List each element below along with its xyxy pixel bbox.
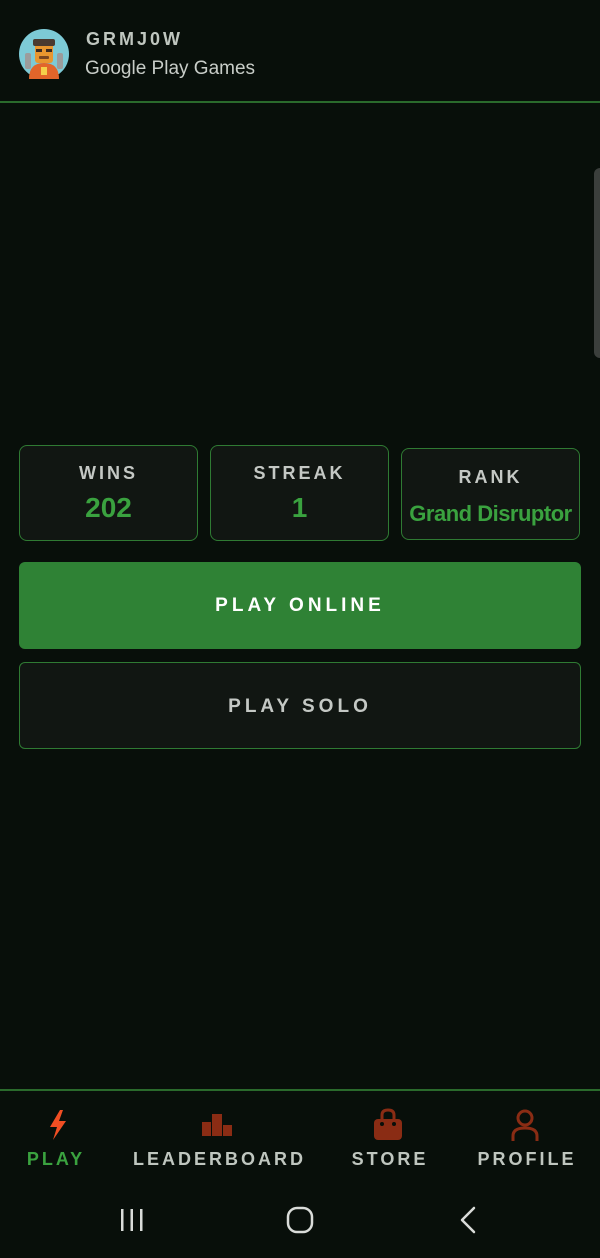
play-solo-button[interactable]: PLAY SOLO: [19, 662, 581, 749]
streak-value: 1: [291, 492, 308, 523]
wins-card: WINS 202: [19, 445, 198, 541]
podium-icon: [201, 1108, 233, 1142]
person-icon: [509, 1108, 541, 1142]
home-icon[interactable]: [283, 1203, 317, 1237]
lightning-bolt-icon: [42, 1108, 74, 1142]
shopping-bag-icon: [372, 1108, 404, 1142]
bottom-nav: PLAY LEADERBOARD STORE PROFILE: [0, 1089, 600, 1183]
back-icon[interactable]: [452, 1203, 486, 1237]
nav-label-play: PLAY: [26, 1149, 86, 1169]
player-username: GRMJ0W: [86, 29, 184, 49]
app-screen: GRMJ0W Google Play Games WINS 202 STREAK…: [0, 0, 600, 1258]
player-avatar-icon[interactable]: [19, 29, 69, 79]
app-header: GRMJ0W Google Play Games: [0, 0, 600, 103]
wins-label: WINS: [79, 463, 138, 483]
streak-label: STREAK: [253, 463, 346, 483]
system-nav-bar: [0, 1183, 600, 1258]
rank-card: RANK Grand Disruptor: [401, 448, 580, 540]
recents-icon[interactable]: [115, 1203, 149, 1237]
nav-item-store[interactable]: STORE: [348, 1091, 432, 1183]
play-games-subtitle: Google Play Games: [85, 58, 256, 79]
nav-label-leaderboard: LEADERBOARD: [133, 1149, 307, 1169]
streak-card: STREAK 1: [210, 445, 389, 541]
nav-item-play[interactable]: PLAY: [20, 1091, 92, 1183]
rank-label: RANK: [458, 467, 523, 487]
wins-value: 202: [85, 492, 132, 523]
rank-value: Grand Disruptor: [409, 501, 572, 526]
nav-item-profile[interactable]: PROFILE: [475, 1091, 579, 1183]
nav-label-store: STORE: [351, 1149, 429, 1169]
scroll-handle[interactable]: [594, 168, 600, 358]
play-online-button[interactable]: PLAY ONLINE: [19, 562, 581, 649]
nav-label-profile: PROFILE: [477, 1149, 577, 1169]
nav-item-leaderboard[interactable]: LEADERBOARD: [133, 1091, 305, 1183]
